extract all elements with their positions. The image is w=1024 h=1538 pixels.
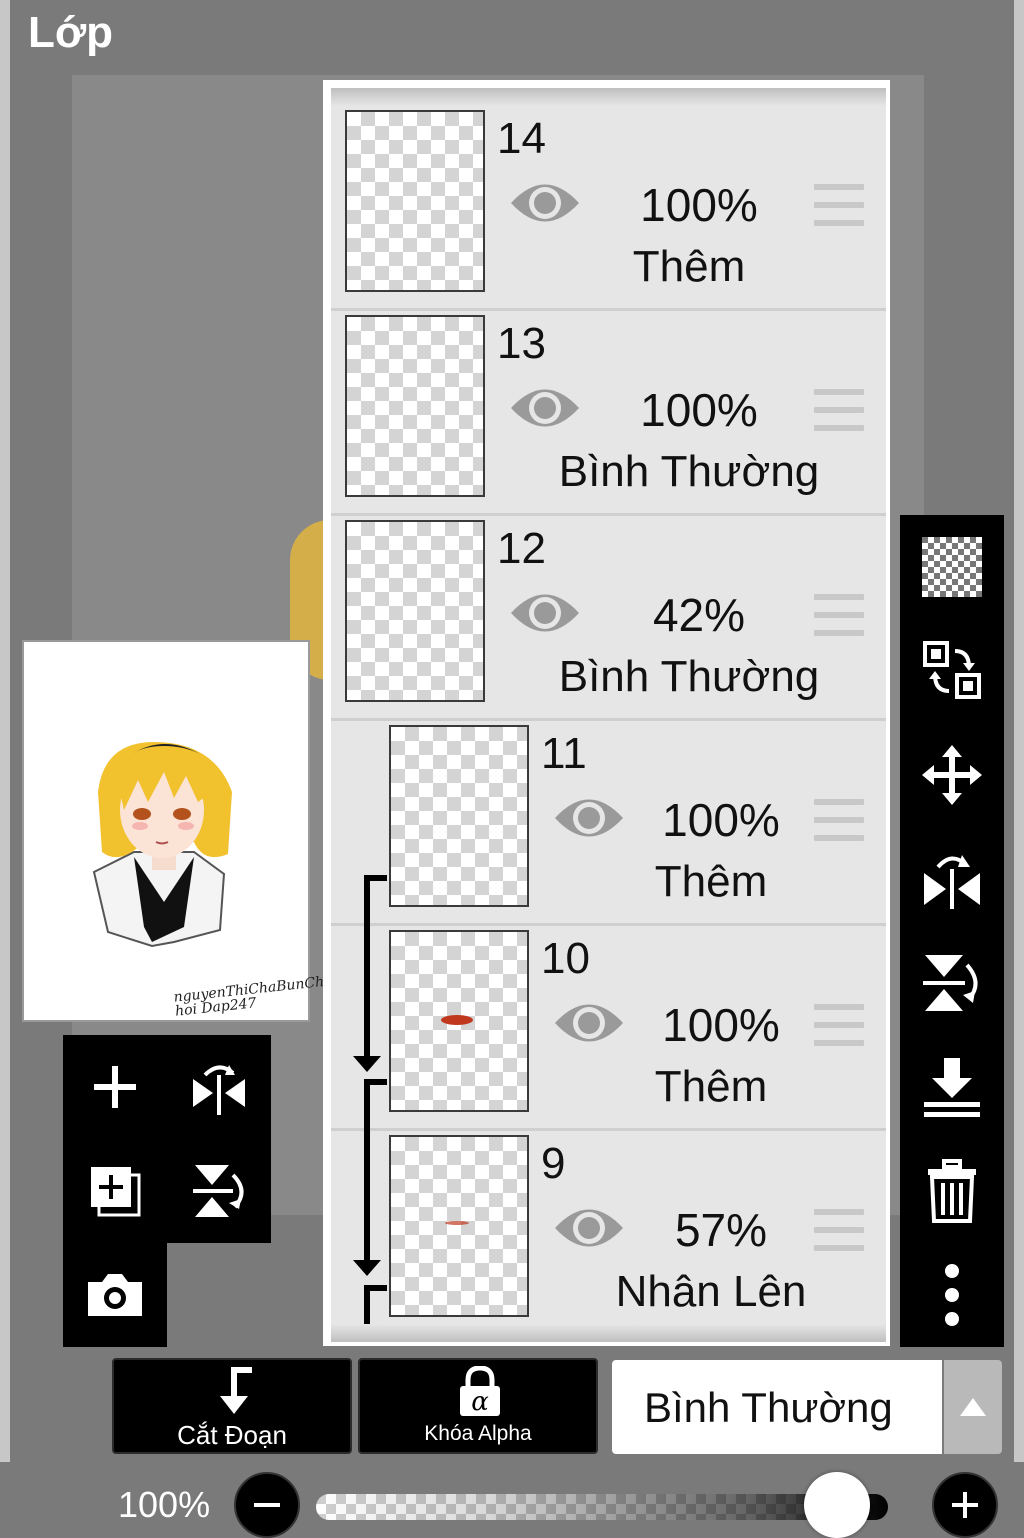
scroll-top-shadow	[331, 88, 886, 106]
flip-horizontal-icon	[193, 1065, 245, 1115]
right-edge	[1014, 0, 1024, 1536]
layer-blend-mode: Bình Thường	[558, 652, 820, 701]
layer-thumbnail[interactable]	[389, 1135, 529, 1317]
layer-thumbnail[interactable]	[389, 725, 529, 907]
blend-mode-dropdown-button[interactable]	[944, 1360, 1002, 1454]
flip-vertical-icon	[923, 955, 978, 1011]
layer-row[interactable]: 14 100% Thêm	[331, 106, 886, 311]
alpha-lock-label: Khóa Alpha	[424, 1422, 532, 1445]
clipping-label: Cắt Đoạn	[177, 1420, 287, 1450]
merge-down-button[interactable]	[900, 1035, 1004, 1139]
layer-opacity: 100%	[662, 999, 780, 1051]
layer-list[interactable]: 14 100% Thêm 13 100% Bình Thường 12 42% …	[331, 88, 886, 1342]
layer-content	[441, 1015, 473, 1025]
layer-opacity: 100%	[640, 384, 758, 436]
flip-vertical-icon	[193, 1165, 244, 1217]
layer-row[interactable]: 13 100% Bình Thường	[331, 311, 886, 516]
drag-handle-icon[interactable]	[814, 1004, 864, 1046]
duplicate-layer-button[interactable]	[63, 1139, 167, 1243]
plus-icon	[94, 1066, 136, 1108]
layer-blend-mode: Thêm	[632, 242, 746, 291]
eye-icon[interactable]	[553, 998, 625, 1048]
clipping-button[interactable]: Cắt Đoạn	[112, 1358, 352, 1454]
eye-icon[interactable]	[509, 178, 581, 228]
layer-opacity: 42%	[652, 589, 746, 641]
eye-icon[interactable]	[553, 793, 625, 843]
drag-handle-icon[interactable]	[814, 594, 864, 636]
drag-handle-icon[interactable]	[814, 1209, 864, 1251]
clip-arrow-icon	[220, 1367, 252, 1414]
drag-handle-icon[interactable]	[814, 389, 864, 431]
camera-icon	[88, 1274, 142, 1316]
add-layer-button[interactable]	[63, 1035, 167, 1139]
merge-down-icon	[924, 1058, 980, 1117]
swap-layers-button[interactable]	[900, 619, 1004, 723]
layer-thumbnail[interactable]	[389, 930, 529, 1112]
flip-vertical-button[interactable]	[167, 1139, 271, 1243]
eye-icon[interactable]	[509, 588, 581, 638]
opacity-slider-knob[interactable]	[804, 1472, 870, 1538]
drag-handle-icon[interactable]	[814, 799, 864, 841]
right-toolbar	[900, 515, 1004, 1347]
layer-content	[445, 1221, 469, 1225]
minus-icon	[254, 1503, 280, 1507]
layer-number: 11	[541, 729, 587, 778]
drag-handle-icon[interactable]	[814, 184, 864, 226]
layer-opacity: 100%	[640, 179, 758, 231]
layer-row[interactable]: 9 57% Nhân Lên	[331, 1131, 886, 1336]
flip-horizontal-button[interactable]	[167, 1035, 271, 1139]
page-title: Lớp	[28, 8, 114, 57]
caret-up-icon	[960, 1398, 986, 1416]
layer-number: 12	[497, 524, 546, 573]
layer-row[interactable]: 10 100% Thêm	[331, 926, 886, 1131]
layer-opacity: 100%	[662, 794, 780, 846]
lock-icon: α	[460, 1366, 500, 1417]
layer-number: 10	[541, 934, 590, 983]
alpha-lock-button[interactable]: α Khóa Alpha	[358, 1358, 598, 1454]
clipping-indicator	[353, 875, 387, 1342]
opacity-value: 100%	[118, 1484, 211, 1525]
layer-blend-mode: Thêm	[654, 857, 768, 906]
delete-layer-button[interactable]	[900, 1139, 1004, 1243]
increase-opacity-button[interactable]	[932, 1472, 998, 1538]
layer-blend-mode: Bình Thường	[558, 447, 820, 496]
layer-number: 14	[497, 114, 546, 163]
layer-list-panel[interactable]: 14 100% Thêm 13 100% Bình Thường 12 42% …	[323, 80, 890, 1346]
more-options-button[interactable]	[900, 1243, 1004, 1347]
layer-opacity: 57%	[674, 1204, 768, 1256]
left-edge	[0, 0, 10, 1536]
flip-horizontal-icon	[924, 855, 980, 909]
svg-text:α: α	[471, 1387, 489, 1417]
swap-layers-icon	[923, 641, 981, 699]
camera-button[interactable]	[63, 1243, 167, 1347]
decrease-opacity-button[interactable]	[234, 1472, 300, 1538]
flip-vertical-button[interactable]	[900, 931, 1004, 1035]
transparency-icon	[922, 537, 982, 597]
more-icon	[945, 1264, 959, 1326]
layer-row[interactable]: 11 100% Thêm	[331, 721, 886, 926]
layer-number: 13	[497, 319, 546, 368]
layer-blend-mode: Thêm	[654, 1062, 768, 1111]
move-button[interactable]	[900, 723, 1004, 827]
move-icon	[922, 745, 982, 805]
transparency-button[interactable]	[900, 515, 1004, 619]
trash-icon	[928, 1159, 976, 1223]
layer-number: 9	[541, 1139, 566, 1188]
layer-blend-mode: Nhân Lên	[615, 1267, 807, 1316]
flip-horizontal-button[interactable]	[900, 827, 1004, 931]
eye-icon[interactable]	[553, 1203, 625, 1253]
eye-icon[interactable]	[509, 383, 581, 433]
duplicate-layer-icon	[91, 1167, 141, 1217]
blend-mode-value: Bình Thường	[644, 1384, 893, 1431]
opacity-slider[interactable]	[316, 1494, 888, 1520]
layer-row[interactable]: 12 42% Bình Thường	[331, 516, 886, 721]
scroll-bottom-shadow	[331, 1324, 886, 1342]
blend-mode-select[interactable]: Bình Thường	[612, 1360, 942, 1454]
plus-icon	[952, 1492, 978, 1518]
canvas-preview[interactable]: nguyenThiChaBunChee hoi Dap247	[22, 640, 341, 1022]
